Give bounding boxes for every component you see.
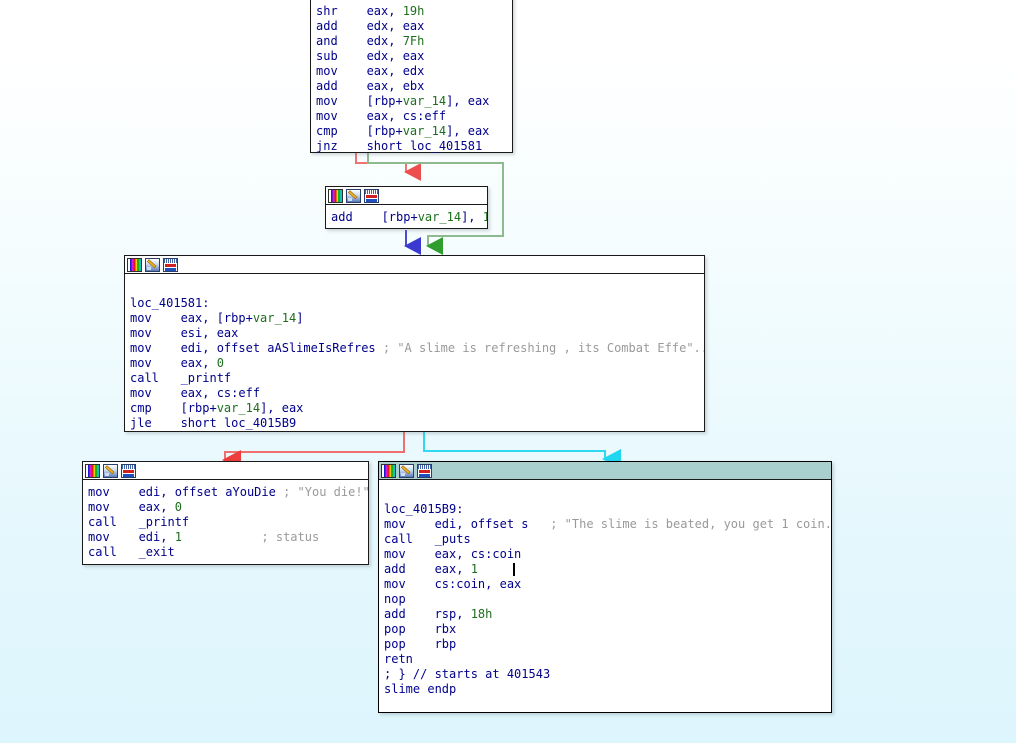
asm-line[interactable]: mov edi, offset s ; "The slime is beated… — [379, 517, 831, 532]
function-meta-line: slime endp — [384, 682, 457, 696]
asm-line[interactable]: mov eax, edx — [311, 64, 512, 79]
block-loc401581-code[interactable]: loc_401581: mov eax, [rbp+var_14] mov esi,… — [125, 274, 704, 437]
edit-pencil-icon[interactable] — [399, 463, 414, 478]
function-meta-line: ; } // starts at 401543 — [384, 667, 551, 681]
asm-line[interactable]: call _puts — [379, 532, 831, 547]
block-loc401581[interactable]: loc_401581: mov eax, [rbp+var_14] mov esi,… — [124, 255, 705, 432]
block-top[interactable]: shr eax, 19h add edx, eax and edx, 7Fh sub … — [310, 0, 513, 153]
asm-line[interactable]: mov [rbp+var_14], eax — [311, 94, 512, 109]
asm-line[interactable]: pop rbp — [379, 637, 831, 652]
block-youdie[interactable]: mov edi, offset aYouDie ; "You die!" mov … — [82, 461, 369, 565]
asm-line[interactable]: mov eax, cs:eff — [125, 386, 704, 401]
block-label: loc_4015B9: — [384, 502, 464, 516]
asm-line[interactable]: mov eax, 0 — [125, 356, 704, 371]
block-loc4015b9-titlebar[interactable] — [379, 462, 831, 480]
properties-window-icon[interactable] — [417, 463, 432, 478]
asm-line[interactable]: add [rbp+var_14], 1 — [326, 210, 487, 225]
asm-line[interactable]: shr eax, 19h — [311, 4, 512, 19]
asm-line[interactable]: mov edi, offset aASlimeIsRefres ; "A sli… — [125, 341, 704, 356]
graph-canvas[interactable]: shr eax, 19h add edx, eax and edx, 7Fh sub … — [0, 0, 1016, 743]
asm-line[interactable]: pop rbx — [379, 622, 831, 637]
block-loc401581-titlebar[interactable] — [125, 256, 704, 274]
asm-line[interactable]: cmp [rbp+var_14], eax — [125, 401, 704, 416]
asm-line[interactable]: call _printf — [125, 371, 704, 386]
edit-pencil-icon[interactable] — [103, 463, 118, 478]
block-youdie-titlebar[interactable] — [83, 462, 368, 480]
asm-line[interactable]: mov cs:coin, eax — [379, 577, 831, 592]
block-increment[interactable]: add [rbp+var_14], 1 — [325, 186, 488, 229]
asm-line[interactable]: call _printf — [83, 515, 368, 530]
properties-window-icon[interactable] — [121, 463, 136, 478]
properties-window-icon[interactable] — [163, 257, 178, 272]
asm-line[interactable]: retn — [379, 652, 831, 667]
color-palette-icon[interactable] — [381, 463, 396, 478]
asm-line[interactable]: add eax, ebx — [311, 79, 512, 94]
edit-pencil-icon[interactable] — [145, 257, 160, 272]
asm-line[interactable]: jle short loc_4015B9 — [125, 416, 704, 431]
color-palette-icon[interactable] — [328, 188, 343, 203]
asm-line[interactable]: and edx, 7Fh — [311, 34, 512, 49]
block-increment-code[interactable]: add [rbp+var_14], 1 — [326, 205, 487, 229]
asm-line[interactable]: mov esi, eax — [125, 326, 704, 341]
asm-line[interactable]: mov eax, 0 — [83, 500, 368, 515]
block-label: loc_401581: — [130, 296, 210, 310]
asm-line[interactable]: cmp [rbp+var_14], eax — [311, 124, 512, 139]
asm-line[interactable]: mov eax, [rbp+var_14] — [125, 311, 704, 326]
asm-line[interactable]: sub edx, eax — [311, 49, 512, 64]
asm-line[interactable]: mov eax, cs:eff — [311, 109, 512, 124]
properties-window-icon[interactable] — [364, 188, 379, 203]
asm-line[interactable]: mov edi, 1 ; status — [83, 530, 368, 545]
block-loc4015b9[interactable]: loc_4015B9: mov edi, offset s ; "The slim… — [378, 461, 832, 713]
asm-line[interactable]: add edx, eax — [311, 19, 512, 34]
block-loc4015b9-code[interactable]: loc_4015B9: mov edi, offset s ; "The slim… — [379, 480, 831, 703]
block-increment-titlebar[interactable] — [326, 187, 487, 205]
asm-line[interactable]: jnz short loc_401581 — [311, 139, 512, 154]
asm-line[interactable]: mov edi, offset aYouDie ; "You die!" — [83, 485, 368, 500]
text-caret — [513, 563, 515, 576]
asm-line[interactable]: mov eax, cs:coin — [379, 547, 831, 562]
asm-line[interactable]: call _exit — [83, 545, 368, 560]
block-top-code[interactable]: shr eax, 19h add edx, eax and edx, 7Fh sub … — [311, 0, 512, 160]
asm-line[interactable]: add rsp, 18h — [379, 607, 831, 622]
asm-line[interactable]: add eax, 1 — [379, 562, 831, 577]
edit-pencil-icon[interactable] — [346, 188, 361, 203]
color-palette-icon[interactable] — [127, 257, 142, 272]
color-palette-icon[interactable] — [85, 463, 100, 478]
block-youdie-code[interactable]: mov edi, offset aYouDie ; "You die!" mov … — [83, 480, 368, 566]
asm-line[interactable]: nop — [379, 592, 831, 607]
